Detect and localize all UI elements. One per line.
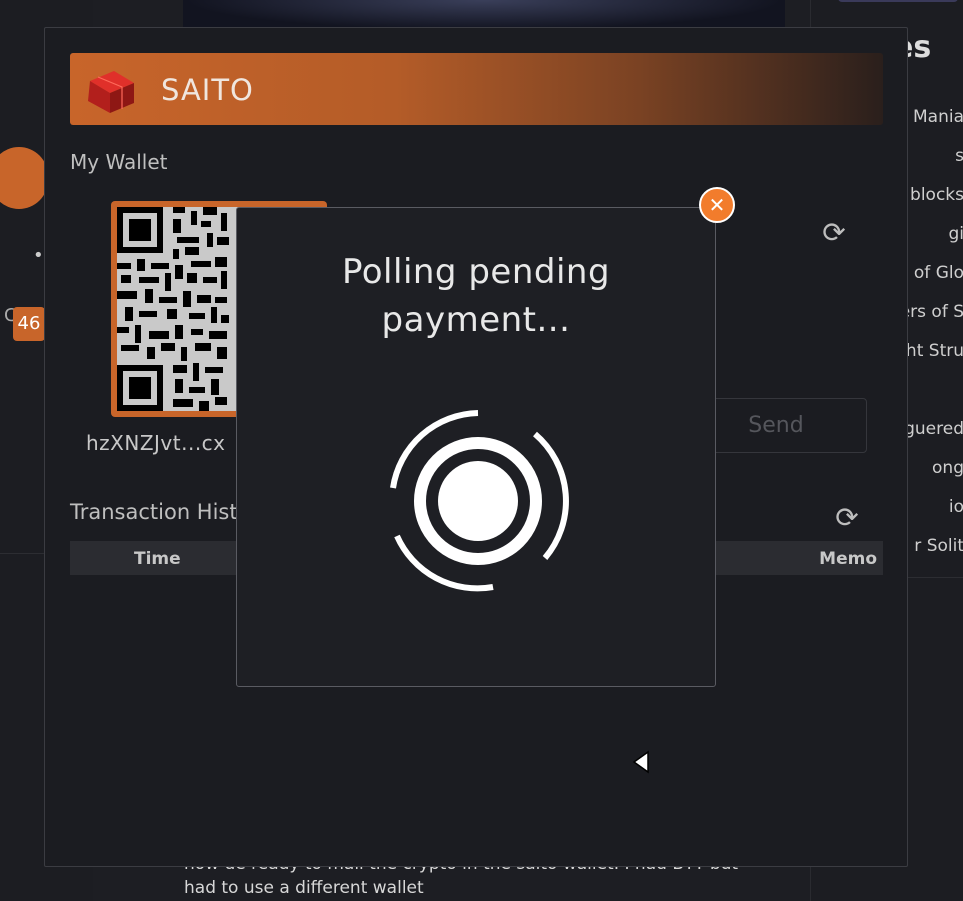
post-image (183, 0, 785, 30)
column-time: Time (134, 549, 181, 569)
wallet-address[interactable]: hzXNZJvt...cx (86, 431, 226, 455)
right-pill (838, 0, 958, 2)
polling-message: Polling pending payment... (341, 252, 611, 340)
post-text-line: had to use a different wallet (184, 878, 424, 898)
refresh-icon[interactable]: ⟳ (819, 218, 849, 248)
brand-name: SAITO (161, 73, 254, 107)
refresh-icon[interactable]: ⟳ (832, 503, 862, 533)
wallet-header-banner: SAITO (70, 53, 883, 125)
mouse-cursor-icon (632, 750, 649, 774)
loading-spinner-icon (390, 410, 569, 592)
close-icon[interactable]: ✕ (699, 187, 735, 223)
saito-cube-logo (88, 71, 134, 113)
polling-dialog: Polling pending payment... (236, 207, 716, 687)
column-memo: Memo (819, 549, 877, 569)
transaction-history-title: Transaction Histo (70, 500, 251, 524)
section-title: My Wallet (70, 150, 168, 174)
count-badge: 46 (13, 307, 45, 341)
sidebar-orange-button[interactable] (0, 147, 48, 209)
